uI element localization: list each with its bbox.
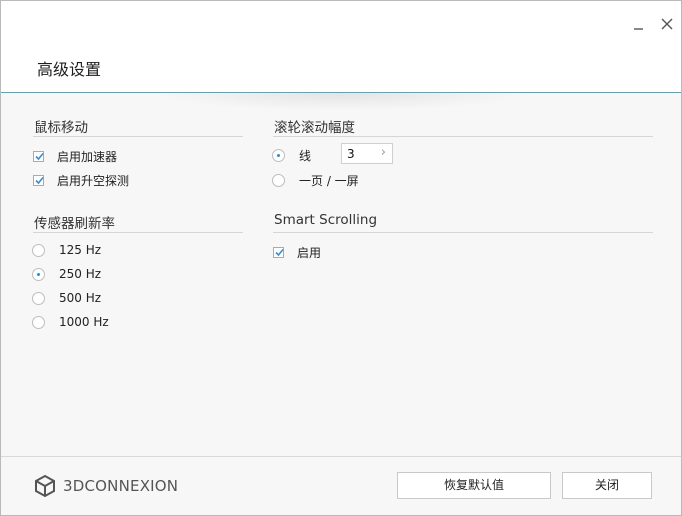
checkmark-icon (35, 176, 44, 185)
enable-liftoff-option[interactable]: 启用升空探测 (33, 172, 129, 189)
smart-scrolling-enable-label: 启用 (297, 246, 322, 260)
scroll-lines-radio[interactable] (272, 149, 285, 162)
brand-logo: 3DCONNEXION (33, 474, 178, 498)
enable-acceleration-label: 启用加速器 (57, 150, 118, 164)
brand-name: 3DCONNEXION (63, 477, 179, 495)
sensor-rate-title: 传感器刷新率 (34, 216, 115, 232)
rate-500-option[interactable]: 500 Hz (32, 291, 101, 305)
rate-1000-radio[interactable] (32, 315, 45, 329)
rate-125-label: 125 Hz (59, 243, 102, 257)
enable-acceleration-option[interactable]: 启用加速器 (33, 148, 117, 165)
minimize-button[interactable] (628, 13, 650, 35)
mouse-movement-divider (33, 136, 243, 137)
enable-liftoff-label: 启用升空探测 (57, 174, 130, 188)
chevron-right-icon[interactable]: › (381, 145, 386, 160)
enable-liftoff-checkbox[interactable] (33, 175, 44, 186)
rate-1000-label: 1000 Hz (59, 315, 109, 329)
lines-count-value[interactable]: 3 (347, 147, 355, 161)
close-icon (661, 18, 673, 30)
smart-scrolling-enable-option[interactable]: 启用 (273, 244, 321, 261)
scroll-page-radio[interactable] (272, 174, 285, 187)
3dconnexion-logo-icon (35, 474, 55, 498)
rate-250-option[interactable]: 250 Hz (32, 267, 101, 281)
checkmark-icon (275, 248, 284, 257)
advanced-settings-window: 高级设置 鼠标移动 启用加速器 启用升空探测 传感器刷新率 125 Hz 250… (0, 0, 682, 516)
lines-count-spinner[interactable]: 3 › (341, 143, 393, 164)
sensor-rate-divider (33, 232, 243, 233)
rate-125-option[interactable]: 125 Hz (32, 243, 101, 257)
title-bar: 高级设置 (1, 1, 681, 93)
close-window-button[interactable] (656, 13, 678, 35)
scroll-page-label: 一页 / 一屏 (299, 174, 359, 188)
rate-250-label: 250 Hz (59, 267, 102, 281)
header-shadow (151, 93, 531, 111)
close-button[interactable]: 关闭 (562, 472, 652, 499)
minimize-icon (634, 28, 643, 30)
footer-divider (1, 456, 681, 457)
smart-scrolling-divider (273, 232, 653, 233)
rate-1000-option[interactable]: 1000 Hz (32, 315, 109, 329)
smart-scrolling-title: Smart Scrolling (274, 212, 378, 228)
checkmark-icon (35, 152, 44, 161)
mouse-movement-title: 鼠标移动 (34, 120, 88, 136)
scroll-page-option[interactable]: 一页 / 一屏 (272, 172, 359, 189)
restore-defaults-button[interactable]: 恢复默认值 (397, 472, 551, 499)
window-title: 高级设置 (37, 60, 102, 79)
rate-500-label: 500 Hz (59, 291, 102, 305)
enable-acceleration-checkbox[interactable] (33, 151, 44, 162)
rate-125-radio[interactable] (32, 243, 45, 257)
scroll-amount-divider (273, 136, 653, 137)
rate-500-radio[interactable] (32, 291, 45, 305)
rate-250-radio[interactable] (32, 267, 45, 281)
scroll-lines-label: 线 (299, 149, 312, 163)
smart-scrolling-checkbox[interactable] (273, 247, 284, 258)
scroll-amount-title: 滚轮滚动幅度 (274, 120, 355, 136)
scroll-lines-option[interactable]: 线 (272, 147, 311, 164)
